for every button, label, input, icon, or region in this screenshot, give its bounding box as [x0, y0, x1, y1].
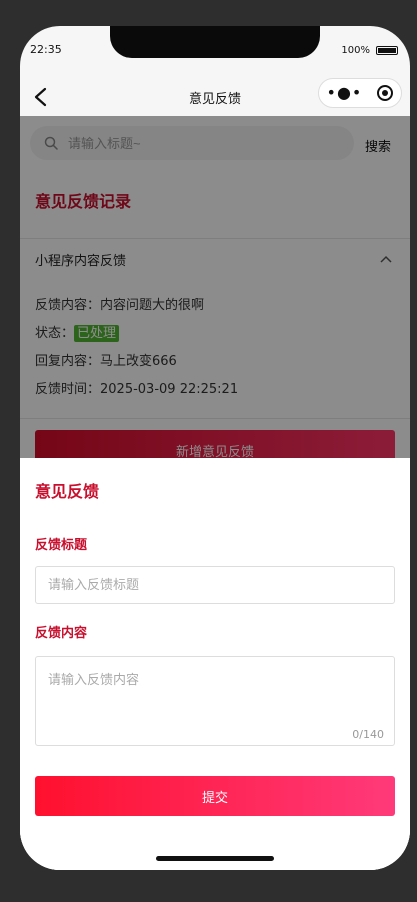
feedback-content-field: 0/140 [35, 656, 395, 746]
feedback-content-textarea[interactable] [46, 667, 388, 716]
page-content: 搜索 意见反馈记录 TRUE 小程序内容反馈 反馈内容：内容问题大的很啊 状态：… [20, 116, 410, 870]
home-indicator [156, 856, 274, 861]
notch [110, 26, 320, 58]
sheet-title-text: 意见反馈 [35, 482, 100, 501]
sheet-title: 意见反馈 TRUE [35, 478, 100, 506]
miniprogram-capsule: •●• [318, 78, 402, 108]
battery-text: 100% [341, 45, 370, 56]
feedback-title-field [35, 566, 395, 604]
page-title: 意见反馈 [188, 91, 241, 107]
submit-button[interactable]: 提交 [35, 776, 395, 816]
feedback-title-input[interactable] [46, 576, 384, 594]
modal-overlay[interactable] [20, 116, 410, 458]
feedback-sheet: 意见反馈 TRUE 反馈标题 反馈内容 0/140 提交 [20, 458, 410, 870]
back-arrow-icon[interactable] [30, 86, 52, 108]
feedback-title-label: 反馈标题 [35, 538, 88, 553]
feedback-content-label: 反馈内容 [35, 626, 88, 641]
close-target-icon[interactable] [377, 85, 394, 101]
phone-frame: 22:35 100% 意见反馈 •●• 搜索 意见反馈记录 TRUE 小程序内容… [20, 26, 410, 870]
battery-icon [376, 46, 398, 55]
status-time: 22:35 [30, 43, 62, 56]
more-icon[interactable]: •●• [327, 85, 363, 101]
char-counter: 0/140 [352, 728, 384, 741]
nav-bar: 意见反馈 •●• [20, 78, 410, 116]
status-battery: 100% [341, 45, 398, 56]
